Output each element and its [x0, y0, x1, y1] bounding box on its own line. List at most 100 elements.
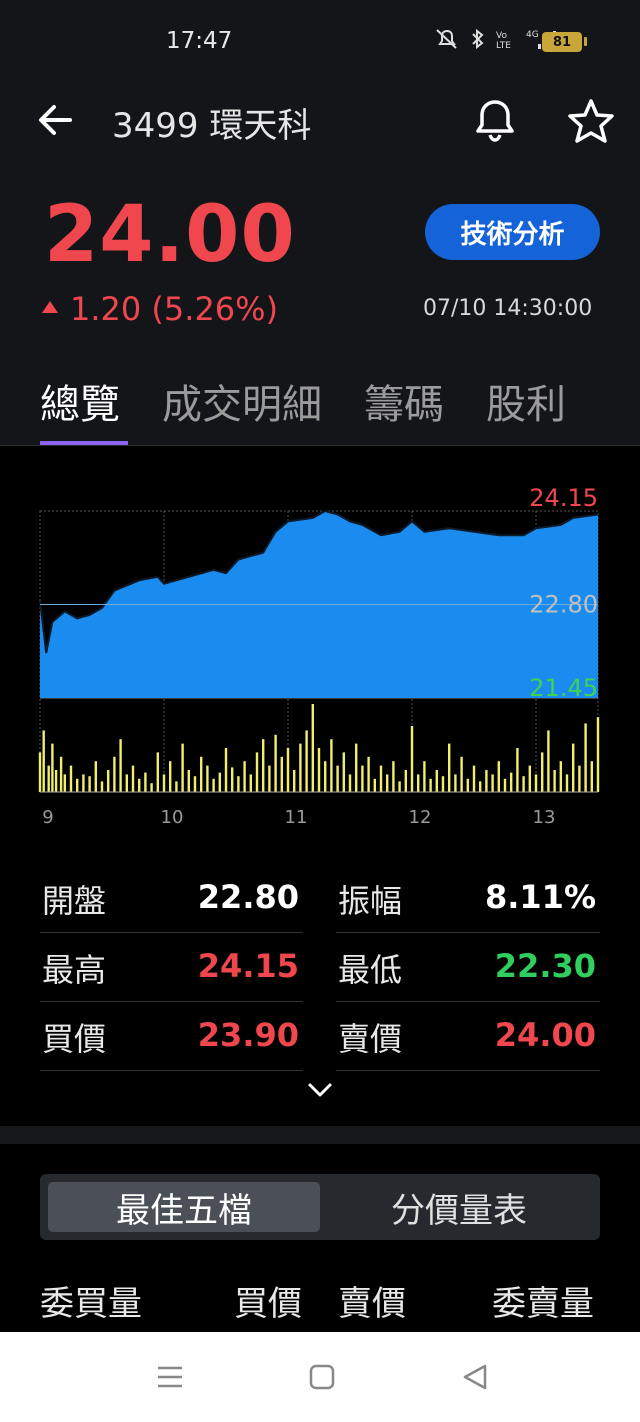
bid-price-header: 買價 [234, 1284, 302, 1324]
volume-bar [193, 776, 197, 792]
volume-bar [361, 765, 364, 792]
ask-price-header: 賣價 [338, 1284, 406, 1324]
x-tick-label: 12 [409, 807, 432, 828]
volume-bar [38, 752, 42, 792]
tab-trade-details[interactable]: 成交明細 [162, 372, 322, 430]
volume-bar [522, 776, 525, 792]
volume-bar [156, 752, 159, 792]
volume-bar [448, 743, 451, 792]
home-square-icon[interactable] [307, 1362, 337, 1392]
volume-bar [404, 770, 407, 792]
back-triangle-icon[interactable] [460, 1362, 490, 1392]
volume-bar [150, 783, 153, 792]
up-triangle-icon [42, 301, 58, 313]
y-tick-label: 22.80 [529, 591, 598, 619]
back-arrow-icon[interactable] [36, 102, 74, 138]
price-change: 1.20 (5.26%) [42, 290, 278, 328]
volume-bar [559, 761, 562, 792]
y-tick-label: 21.45 [529, 674, 598, 702]
volume-bar [113, 756, 116, 792]
volume-bar [441, 776, 445, 792]
volume-bar [305, 730, 308, 792]
star-icon[interactable] [567, 98, 615, 144]
best-five-button[interactable]: 最佳五檔 [48, 1182, 320, 1232]
orderbook-segment: 最佳五檔 分價量表 [40, 1174, 600, 1240]
volume-bar [88, 776, 91, 792]
volume-bar [82, 774, 85, 792]
stat-cell: 開盤 22.80 [40, 864, 303, 933]
volume-bar [206, 765, 209, 792]
intraday-chart[interactable]: 24.15 22.80 21.45 9 10 11 12 13 [0, 470, 640, 840]
volume-bar [94, 761, 97, 792]
volume-bar [42, 730, 45, 792]
volume-bar [175, 781, 178, 792]
volume-bar [293, 770, 296, 792]
menu-icon[interactable] [155, 1362, 185, 1392]
volume-bar [286, 748, 290, 792]
volume-bar [572, 743, 575, 792]
volume-bar [218, 772, 221, 792]
volume-bar [324, 761, 327, 792]
stat-cell: 最低 22.30 [336, 933, 600, 1002]
bluetooth-icon [472, 28, 484, 50]
quote-timestamp: 07/10 14:30:00 [423, 296, 593, 321]
volume-bar [200, 756, 203, 792]
battery-tip [584, 37, 587, 46]
volume-bar [510, 772, 513, 792]
stat-label: 買價 [42, 1020, 107, 1058]
volume-bar [59, 756, 63, 792]
volume-bar [547, 730, 550, 792]
stat-label: 最高 [42, 951, 107, 989]
tab-overview[interactable]: 總覽 [40, 372, 120, 430]
stat-value: 8.11% [484, 878, 596, 916]
volume-bar [69, 765, 73, 792]
volume-bar [274, 734, 277, 792]
volume-bar [429, 778, 432, 792]
volume-bar [392, 761, 395, 792]
stat-cell: 賣價 24.00 [336, 1002, 600, 1071]
volume-bar [373, 778, 376, 792]
y-tick-label: 24.15 [529, 484, 598, 512]
volume-bar [491, 774, 494, 792]
volume-bar [584, 723, 587, 792]
stat-value: 24.15 [197, 947, 299, 985]
volume-bar [131, 765, 135, 792]
volume-bar [107, 770, 110, 792]
volume-bar [76, 778, 79, 792]
x-tick-label: 9 [42, 807, 53, 828]
volume-bar [249, 774, 252, 792]
x-tick-label: 13 [533, 807, 556, 828]
volume-bar [454, 774, 457, 792]
volume-bar [299, 743, 302, 792]
chevron-down-icon[interactable] [306, 1076, 334, 1104]
stat-value: 23.90 [197, 1016, 299, 1054]
technical-analysis-button[interactable]: 技術分析 [425, 204, 600, 260]
volume-bar [460, 756, 463, 792]
stat-cell: 買價 23.90 [40, 1002, 303, 1071]
volume-bar [243, 761, 246, 792]
volume-bar [367, 756, 370, 792]
volume-bar [472, 765, 476, 792]
volume-bar [423, 761, 426, 792]
x-tick-label: 11 [285, 807, 308, 828]
stats-row: 買價 23.90 賣價 24.00 [40, 1002, 600, 1071]
svg-text:Vo: Vo [496, 31, 507, 41]
volume-bar [534, 774, 538, 792]
price-volume-button[interactable]: 分價量表 [324, 1182, 594, 1232]
system-nav-bar [0, 1332, 640, 1422]
volume-bar [342, 752, 345, 792]
volume-bar [125, 774, 128, 792]
mute-icon [436, 29, 457, 49]
volume-bar [410, 726, 414, 792]
tab-dividend[interactable]: 股利 [486, 372, 566, 430]
volume-bar [224, 748, 228, 792]
tab-chips[interactable]: 籌碼 [364, 372, 444, 430]
volume-bar [169, 761, 172, 792]
bell-icon[interactable] [474, 98, 516, 144]
volume-bar [398, 781, 401, 792]
volume-bar [162, 774, 166, 792]
volume-bar [119, 739, 122, 792]
volume-bar [516, 748, 519, 792]
stat-value: 22.80 [197, 878, 299, 916]
volume-bar [528, 765, 531, 792]
